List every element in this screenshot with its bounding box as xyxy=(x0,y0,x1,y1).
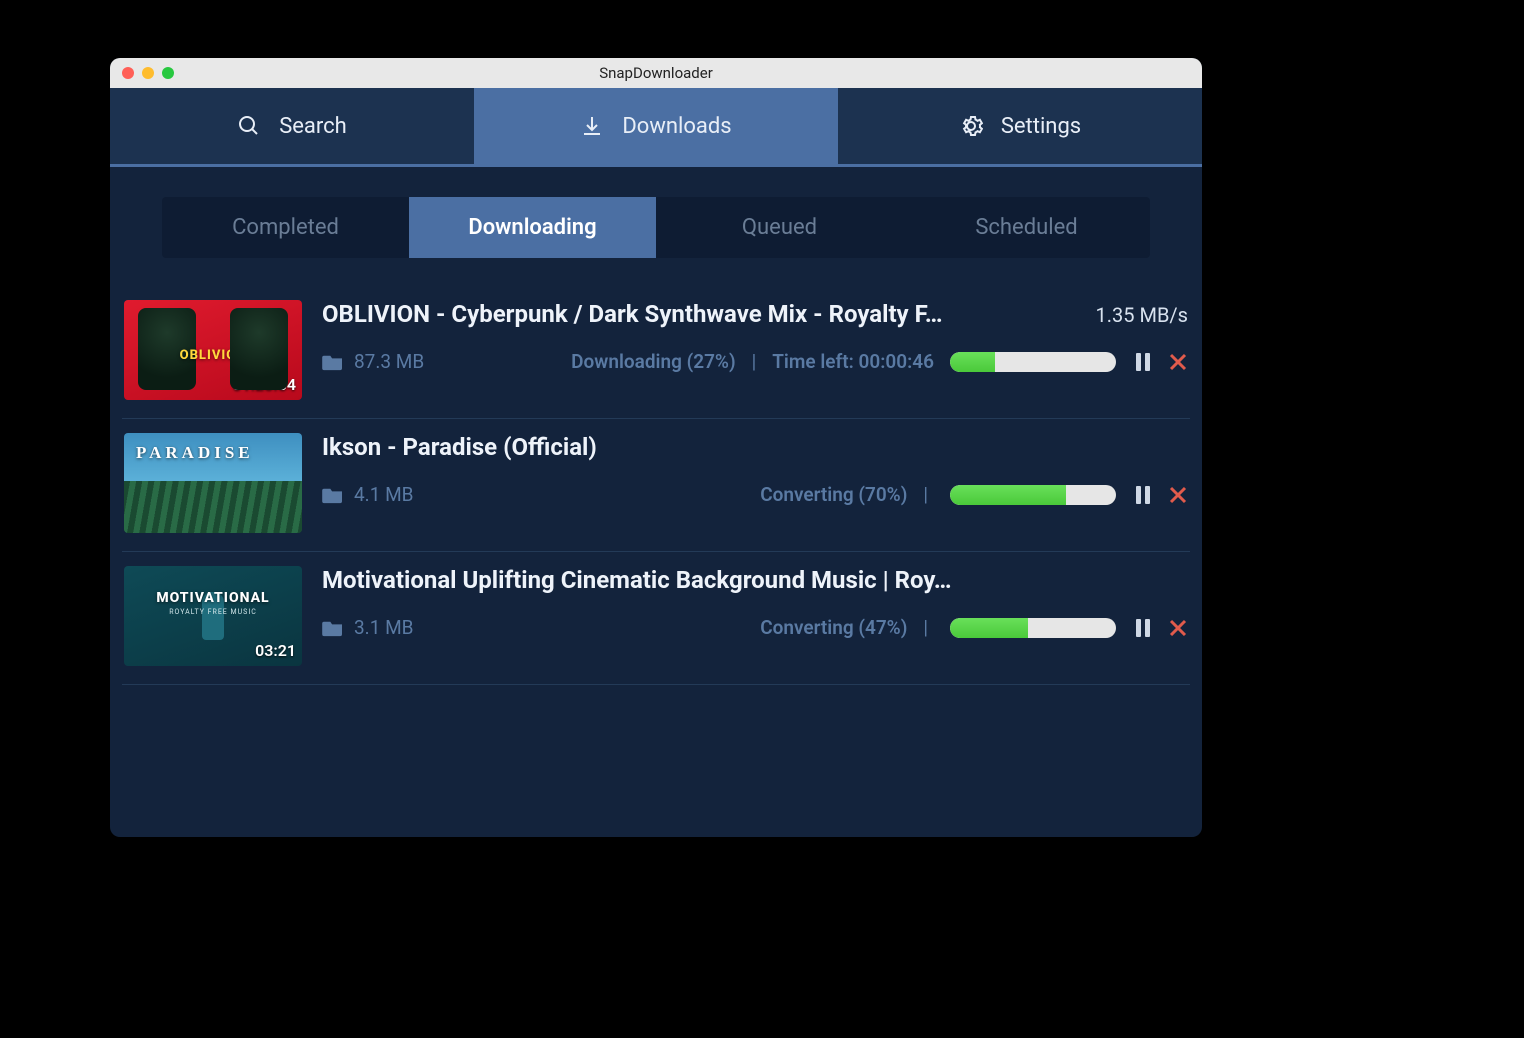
nav-settings[interactable]: Settings xyxy=(838,88,1202,164)
nav-search-label: Search xyxy=(279,114,347,139)
row-main: Ikson - Paradise (Official) 4.1 MB Conve… xyxy=(322,433,1188,506)
item-title: Motivational Uplifting Cinematic Backgro… xyxy=(322,566,1188,594)
nav-downloads[interactable]: Downloads xyxy=(474,88,838,164)
close-window-button[interactable] xyxy=(122,67,134,79)
progress-fill xyxy=(950,352,995,372)
download-speed: 1.35 MB/s xyxy=(1096,303,1188,327)
progress-bar xyxy=(950,618,1116,638)
separator: | xyxy=(752,350,757,373)
duration-badge: 03:51 xyxy=(255,508,296,527)
tab-completed[interactable]: Completed xyxy=(162,197,409,258)
item-title: OBLIVION - Cyberpunk / Dark Synthwave Mi… xyxy=(322,300,1076,328)
pause-button[interactable] xyxy=(1136,353,1152,371)
progress-bar xyxy=(950,352,1116,372)
close-icon xyxy=(1168,352,1188,372)
titlebar: SnapDownloader xyxy=(110,58,1202,88)
nav-downloads-label: Downloads xyxy=(622,114,731,139)
folder-icon[interactable] xyxy=(322,619,344,637)
progress-fill xyxy=(950,485,1066,505)
thumb-label: OBLIVION xyxy=(180,348,247,363)
app-window: SnapDownloader Search Downloads Settings… xyxy=(110,58,1202,837)
pause-button[interactable] xyxy=(1136,619,1152,637)
thumbnail[interactable]: OBLIVION 01:28:54 xyxy=(124,300,302,400)
top-nav: Search Downloads Settings xyxy=(110,88,1202,164)
subtabs: Completed Downloading Queued Scheduled xyxy=(162,197,1150,258)
thumb-label: MOTIVATIONAL xyxy=(156,590,269,606)
thumb-label: PARADISE xyxy=(136,443,254,463)
status-text: Converting (70%) xyxy=(760,483,907,506)
file-size: 87.3 MB xyxy=(354,350,424,373)
tab-scheduled[interactable]: Scheduled xyxy=(903,197,1150,258)
close-icon xyxy=(1168,485,1188,505)
minimize-window-button[interactable] xyxy=(142,67,154,79)
tab-queued[interactable]: Queued xyxy=(656,197,903,258)
cancel-button[interactable] xyxy=(1168,618,1188,638)
row-main: OBLIVION - Cyberpunk / Dark Synthwave Mi… xyxy=(322,300,1188,373)
row-main: Motivational Uplifting Cinematic Backgro… xyxy=(322,566,1188,639)
thumb-sublabel: ROYALTY FREE MUSIC xyxy=(169,608,257,616)
separator: | xyxy=(923,616,928,639)
close-icon xyxy=(1168,618,1188,638)
progress-fill xyxy=(950,618,1028,638)
file-size: 4.1 MB xyxy=(354,483,414,506)
file-size: 3.1 MB xyxy=(354,616,414,639)
download-row: PARADISE 03:51 Ikson - Paradise (Officia… xyxy=(122,419,1190,552)
window-title: SnapDownloader xyxy=(110,64,1202,82)
item-title: Ikson - Paradise (Official) xyxy=(322,433,1188,461)
separator: | xyxy=(923,483,928,506)
status-text: Converting (47%) xyxy=(760,616,907,639)
status-text: Downloading (27%) xyxy=(571,350,735,373)
duration-badge: 01:28:54 xyxy=(232,375,296,394)
zoom-window-button[interactable] xyxy=(162,67,174,79)
cancel-button[interactable] xyxy=(1168,485,1188,505)
folder-icon[interactable] xyxy=(322,486,344,504)
thumbnail[interactable]: MOTIVATIONAL ROYALTY FREE MUSIC 03:21 xyxy=(124,566,302,666)
download-row: MOTIVATIONAL ROYALTY FREE MUSIC 03:21 Mo… xyxy=(122,552,1190,685)
content: Completed Downloading Queued Scheduled O… xyxy=(110,167,1202,685)
tab-downloading[interactable]: Downloading xyxy=(409,197,656,258)
nav-search[interactable]: Search xyxy=(110,88,474,164)
window-controls xyxy=(122,67,174,79)
cancel-button[interactable] xyxy=(1168,352,1188,372)
gear-icon xyxy=(959,114,983,138)
download-row: OBLIVION 01:28:54 OBLIVION - Cyberpunk /… xyxy=(122,286,1190,419)
search-icon xyxy=(237,114,261,138)
pause-button[interactable] xyxy=(1136,486,1152,504)
folder-icon[interactable] xyxy=(322,353,344,371)
duration-badge: 03:21 xyxy=(255,641,296,660)
time-left: Time left: 00:00:46 xyxy=(772,350,934,373)
download-icon xyxy=(580,114,604,138)
thumbnail[interactable]: PARADISE 03:51 xyxy=(124,433,302,533)
nav-settings-label: Settings xyxy=(1001,114,1081,139)
progress-bar xyxy=(950,485,1116,505)
